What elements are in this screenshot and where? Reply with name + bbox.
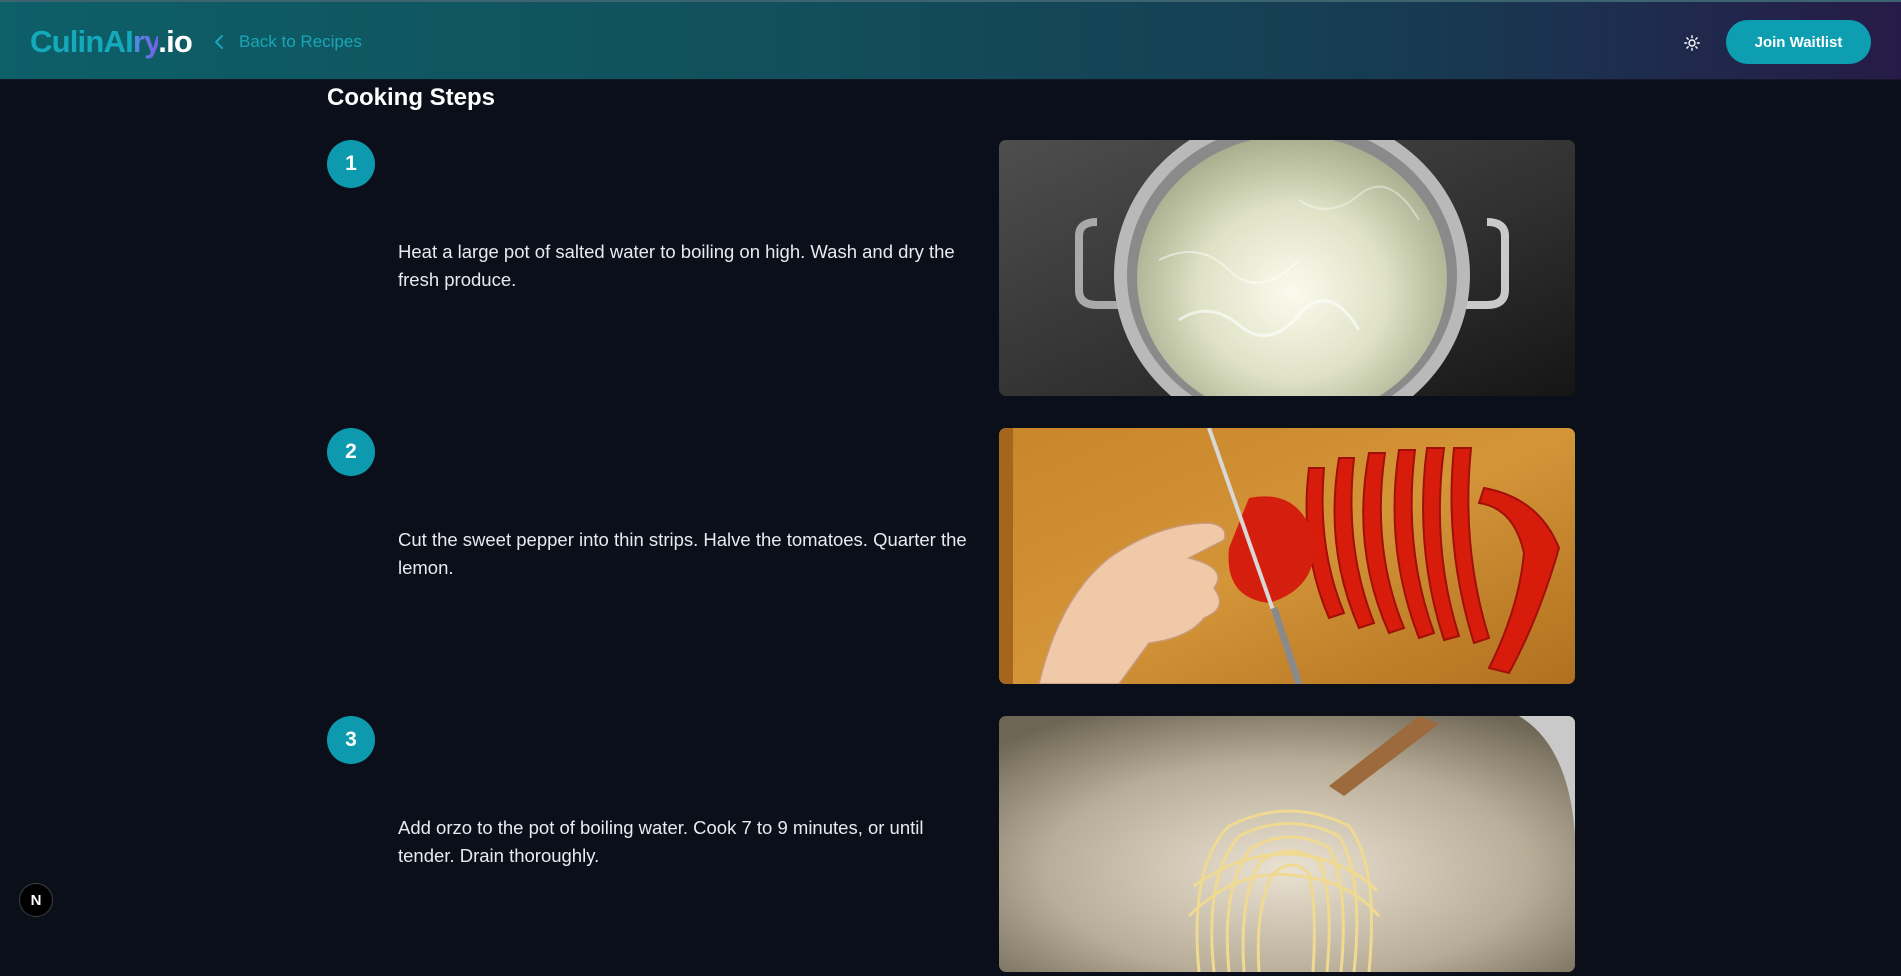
back-link-label: Back to Recipes [239,32,362,51]
step-number-badge: 3 [327,716,375,764]
slicing-red-pepper-image [999,428,1575,684]
join-waitlist-button[interactable]: Join Waitlist [1726,20,1871,64]
cooking-steps-title: Cooking Steps [327,84,496,111]
cooking-step-3: 3 Add orzo to the pot of boiling water. … [0,716,1901,976]
logo-text-io: .io [158,24,193,59]
cooking-step-2: 2 Cut the sweet pepper into thin strips.… [0,428,1901,688]
step-instruction: Cut the sweet pepper into thin strips. H… [398,529,967,578]
logo-text-culin: CulinAI [30,24,134,59]
theme-toggle-button[interactable] [1679,30,1705,56]
dev-tools-badge[interactable]: N [19,883,53,917]
cooking-step-1: 1 Heat a large pot of salted water to bo… [0,140,1901,400]
pasta-on-spoon-image [999,716,1575,972]
app-logo[interactable]: CulinAIry.io [30,23,193,61]
step-number-badge: 1 [327,140,375,188]
boiling-water-pot-image [999,140,1575,396]
step-instruction: Heat a large pot of salted water to boil… [398,241,955,290]
step-number-badge: 2 [327,428,375,476]
step-instruction: Add orzo to the pot of boiling water. Co… [398,817,924,866]
back-to-recipes-link[interactable]: Back to Recipes [213,30,362,54]
sun-icon [1684,35,1700,51]
logo-text-ry: ry [132,24,159,59]
chevron-left-icon [215,35,223,49]
top-navbar: CulinAIry.io Back to Recipes Join Waitli… [0,0,1901,79]
